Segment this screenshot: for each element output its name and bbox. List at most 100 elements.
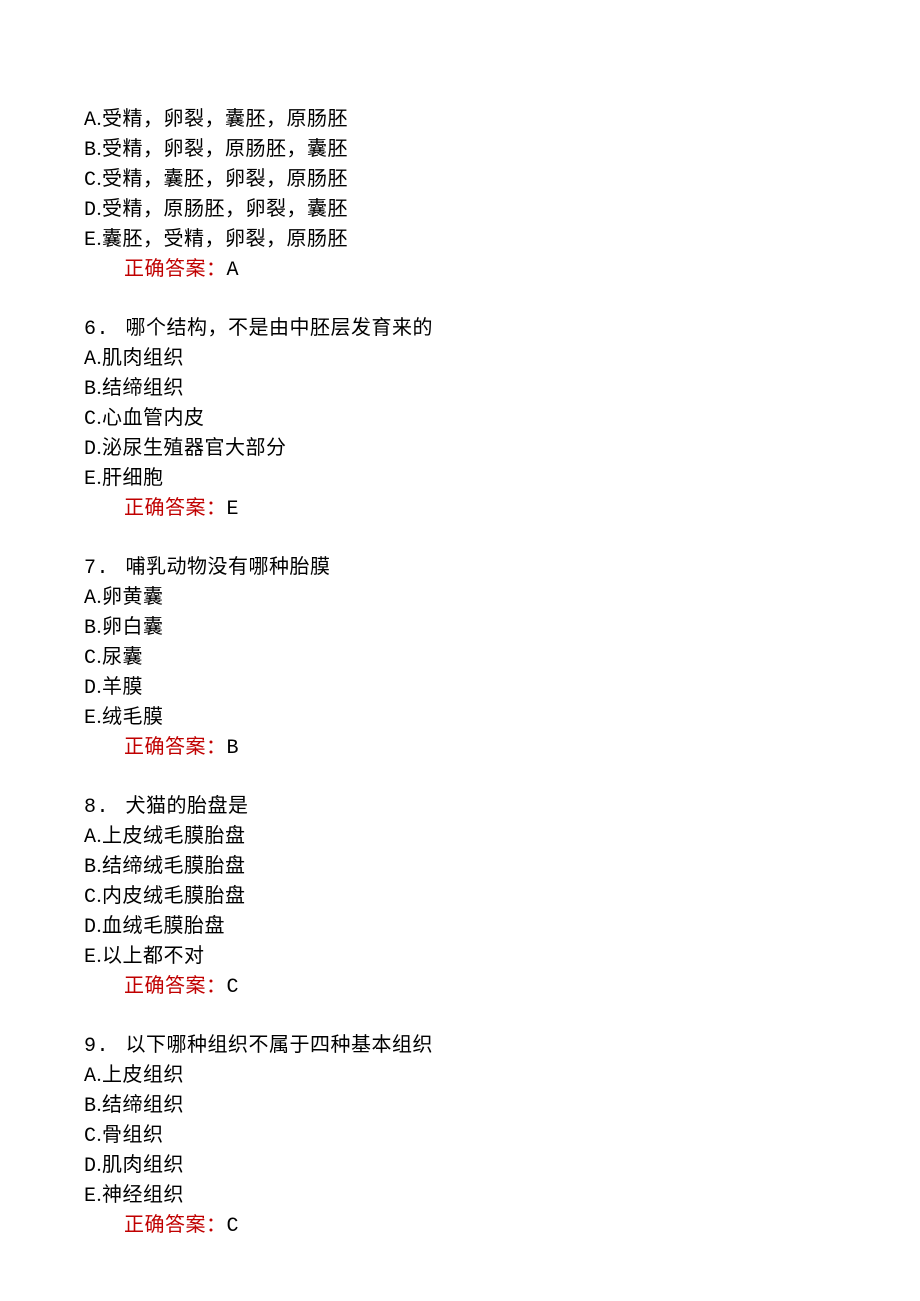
option-line: E.囊胚，受精，卵裂，原肠胚 — [84, 225, 920, 255]
answer-line: 正确答案：A — [84, 255, 920, 285]
option-line: B.结缔组织 — [84, 374, 920, 404]
option-letter: A — [84, 826, 97, 849]
option-letter: D — [84, 199, 97, 222]
stem-gap — [109, 556, 126, 578]
spacer — [84, 285, 920, 314]
option-text: 内皮绒毛膜胎盘 — [102, 885, 246, 907]
option-letter: C — [84, 647, 97, 670]
answer-value: C — [227, 976, 240, 999]
option-letter: A — [84, 348, 97, 371]
option-line: C.骨组织 — [84, 1121, 920, 1151]
answer-line: 正确答案：B — [84, 733, 920, 763]
option-letter: B — [84, 139, 97, 162]
option-letter: B — [84, 1095, 97, 1118]
option-line: D.受精，原肠胚，卵裂，囊胚 — [84, 195, 920, 225]
option-line: C.尿囊 — [84, 643, 920, 673]
question-text: 犬猫的胎盘是 — [126, 795, 249, 817]
option-letter: B — [84, 378, 97, 401]
option-letter: D — [84, 1155, 97, 1178]
option-letter: C — [84, 886, 97, 909]
answer-value: E — [227, 498, 240, 521]
option-text: 卵白囊 — [102, 616, 164, 638]
option-letter: D — [84, 677, 97, 700]
option-line: D.血绒毛膜胎盘 — [84, 912, 920, 942]
option-letter: C — [84, 169, 97, 192]
option-line: A.上皮组织 — [84, 1061, 920, 1091]
option-text: 羊膜 — [102, 676, 143, 698]
option-letter: D — [84, 438, 97, 461]
answer-label: 正确答案： — [124, 258, 227, 280]
option-letter: C — [84, 1125, 97, 1148]
option-line: D.肌肉组织 — [84, 1151, 920, 1181]
answer-line: 正确答案：C — [84, 1211, 920, 1241]
question-stem: 7. 哺乳动物没有哪种胎膜 — [84, 553, 920, 583]
option-letter: D — [84, 916, 97, 939]
answer-value: A — [227, 259, 240, 282]
question-stem: 6. 哪个结构，不是由中胚层发育来的 — [84, 314, 920, 344]
option-letter: E — [84, 468, 97, 491]
option-letter: A — [84, 1065, 97, 1088]
option-letter: B — [84, 856, 97, 879]
option-text: 受精，卵裂，囊胚，原肠胚 — [102, 108, 348, 130]
option-text: 受精，卵裂，原肠胚，囊胚 — [102, 138, 348, 160]
question-stem: 8. 犬猫的胎盘是 — [84, 792, 920, 822]
question-stem: 9. 以下哪种组织不属于四种基本组织 — [84, 1031, 920, 1061]
option-letter: E — [84, 946, 97, 969]
option-line: A.肌肉组织 — [84, 344, 920, 374]
option-letter: E — [84, 1185, 97, 1208]
option-text: 肌肉组织 — [102, 1154, 184, 1176]
option-letter: E — [84, 707, 97, 730]
option-line: E.以上都不对 — [84, 942, 920, 972]
question-text: 哺乳动物没有哪种胎膜 — [126, 556, 331, 578]
option-line: D.泌尿生殖器官大部分 — [84, 434, 920, 464]
answer-value: C — [227, 1215, 240, 1238]
question-text: 哪个结构，不是由中胚层发育来的 — [126, 317, 434, 339]
spacer — [84, 524, 920, 553]
option-text: 卵黄囊 — [102, 586, 164, 608]
option-letter: A — [84, 109, 97, 132]
option-line: E.神经组织 — [84, 1181, 920, 1211]
option-letter: A — [84, 587, 97, 610]
answer-label: 正确答案： — [124, 497, 227, 519]
option-letter: C — [84, 408, 97, 431]
answer-value: B — [227, 737, 240, 760]
option-text: 结缔组织 — [102, 1094, 184, 1116]
question-number: 6. — [84, 318, 109, 341]
answer-label: 正确答案： — [124, 1214, 227, 1236]
question-number: 7. — [84, 557, 109, 580]
option-text: 受精，囊胚，卵裂，原肠胚 — [102, 168, 348, 190]
option-text: 上皮绒毛膜胎盘 — [102, 825, 246, 847]
option-line: A.受精，卵裂，囊胚，原肠胚 — [84, 105, 920, 135]
option-text: 结缔组织 — [102, 377, 184, 399]
spacer — [84, 763, 920, 792]
option-line: C.内皮绒毛膜胎盘 — [84, 882, 920, 912]
option-line: B.卵白囊 — [84, 613, 920, 643]
option-line: D.羊膜 — [84, 673, 920, 703]
answer-line: 正确答案：C — [84, 972, 920, 1002]
document-page: A.受精，卵裂，囊胚，原肠胚 B.受精，卵裂，原肠胚，囊胚 C.受精，囊胚，卵裂… — [0, 0, 920, 1301]
option-letter: E — [84, 229, 97, 252]
option-line: A.卵黄囊 — [84, 583, 920, 613]
option-text: 囊胚，受精，卵裂，原肠胚 — [102, 228, 348, 250]
question-text: 以下哪种组织不属于四种基本组织 — [126, 1034, 434, 1056]
answer-line: 正确答案：E — [84, 494, 920, 524]
option-text: 肝细胞 — [102, 467, 164, 489]
question-number: 8. — [84, 796, 109, 819]
spacer — [84, 1002, 920, 1031]
option-letter: B — [84, 617, 97, 640]
option-line: C.受精，囊胚，卵裂，原肠胚 — [84, 165, 920, 195]
answer-label: 正确答案： — [124, 736, 227, 758]
stem-gap — [109, 317, 126, 339]
option-line: A.上皮绒毛膜胎盘 — [84, 822, 920, 852]
option-line: E.肝细胞 — [84, 464, 920, 494]
option-text: 以上都不对 — [102, 945, 205, 967]
answer-label: 正确答案： — [124, 975, 227, 997]
option-text: 血绒毛膜胎盘 — [102, 915, 225, 937]
question-number: 9. — [84, 1035, 109, 1058]
stem-gap — [109, 1034, 126, 1056]
option-line: C.心血管内皮 — [84, 404, 920, 434]
option-line: B.结缔组织 — [84, 1091, 920, 1121]
option-text: 肌肉组织 — [102, 347, 184, 369]
option-text: 神经组织 — [102, 1184, 184, 1206]
option-text: 绒毛膜 — [102, 706, 164, 728]
